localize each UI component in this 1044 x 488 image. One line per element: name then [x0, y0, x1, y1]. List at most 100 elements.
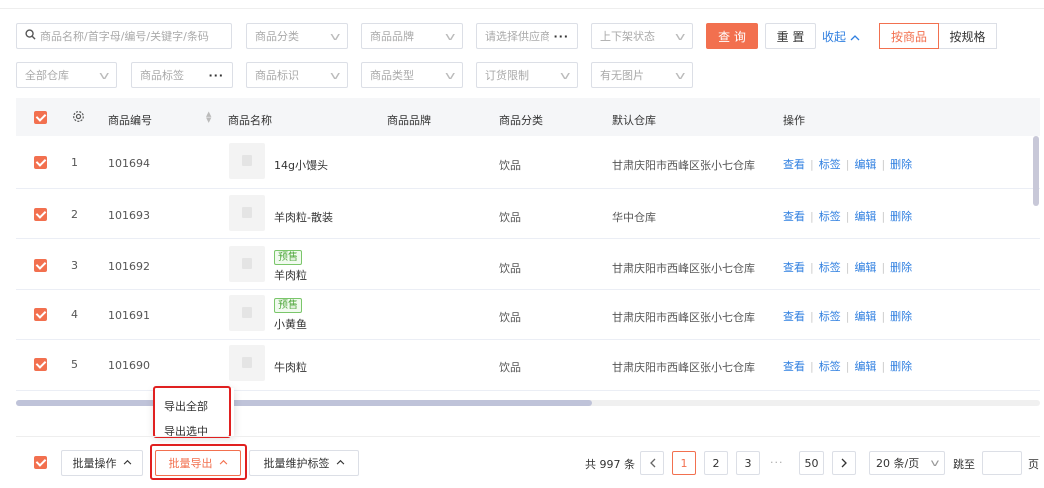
row-actions: 查看 | 标签 | 编辑 | 删除: [783, 358, 912, 374]
divider: |: [810, 261, 814, 274]
tag-link[interactable]: 标签: [819, 310, 841, 323]
goods-thumbnail: [229, 195, 265, 231]
select-all-checkbox[interactable]: [34, 111, 47, 124]
edit-link[interactable]: 编辑: [854, 261, 876, 274]
by-spec-button[interactable]: 按规格: [939, 23, 997, 49]
goods-code: 101692: [108, 260, 150, 273]
search-input[interactable]: 商品名称/首字母/编号/关键字/条码: [16, 23, 232, 49]
page-size-select[interactable]: 20 条/页 v: [869, 451, 945, 475]
goods-warehouse: 华中仓库: [612, 211, 656, 224]
view-link[interactable]: 查看: [783, 261, 805, 274]
goods-type-placeholder: 商品类型: [370, 69, 414, 82]
batch-ops-button[interactable]: 批量操作: [61, 450, 143, 476]
divider: |: [881, 210, 886, 223]
jump-page-input[interactable]: [982, 451, 1022, 475]
supplier-select[interactable]: 请选择供应商 ···: [476, 23, 578, 49]
collapse-label: 收起: [822, 30, 847, 44]
chevron-up-icon: [123, 458, 132, 468]
goods-thumbnail: [229, 143, 265, 179]
sort-icon[interactable]: ▲ ▼: [206, 111, 211, 124]
divider: |: [845, 261, 850, 274]
reset-button[interactable]: 重 置: [765, 23, 816, 49]
row-actions: 查看 | 标签 | 编辑 | 删除: [783, 156, 912, 172]
goods-warehouse: 甘肃庆阳市西峰区张小七仓库: [612, 361, 755, 374]
row-index: 3: [71, 259, 78, 272]
gear-icon[interactable]: [72, 110, 85, 126]
col-brand: 商品品牌: [387, 114, 431, 127]
brand-select[interactable]: 商品品牌 v: [361, 23, 463, 49]
tag-link[interactable]: 标签: [819, 210, 841, 223]
goods-type-select[interactable]: 商品类型 v: [361, 62, 463, 88]
warehouse-select[interactable]: 全部仓库 v: [16, 62, 117, 88]
supplier-placeholder: 请选择供应商: [485, 30, 550, 43]
divider: |: [810, 158, 814, 171]
edit-link[interactable]: 编辑: [854, 158, 876, 171]
row-index: 4: [71, 308, 78, 321]
next-page-button[interactable]: [832, 451, 856, 475]
divider: |: [881, 310, 886, 323]
row-checkbox[interactable]: [34, 308, 47, 321]
order-limit-placeholder: 订货限制: [485, 69, 529, 82]
category-select[interactable]: 商品分类 v: [246, 23, 348, 49]
has-image-select[interactable]: 有无图片 v: [591, 62, 693, 88]
goods-mark-select[interactable]: 商品标识 v: [246, 62, 348, 88]
tag-link[interactable]: 标签: [819, 261, 841, 274]
view-link[interactable]: 查看: [783, 360, 805, 373]
row-checkbox[interactable]: [34, 156, 47, 169]
goods-category: 饮品: [499, 311, 521, 324]
edit-link[interactable]: 编辑: [854, 310, 876, 323]
goods-name: 14g小馒头: [274, 159, 328, 172]
goods-category: 饮品: [499, 159, 521, 172]
shelf-status-select[interactable]: 上下架状态 v: [591, 23, 693, 49]
goods-name: 小黄鱼: [274, 318, 307, 331]
delete-link[interactable]: 删除: [890, 158, 912, 171]
view-link[interactable]: 查看: [783, 210, 805, 223]
row-checkbox[interactable]: [34, 358, 47, 371]
chevron-down-icon: v: [560, 68, 571, 82]
collapse-link[interactable]: 收起: [822, 28, 860, 45]
row-checkbox[interactable]: [34, 259, 47, 272]
col-category: 商品分类: [499, 114, 543, 127]
divider: |: [810, 360, 814, 373]
footer-select-all-checkbox[interactable]: [34, 456, 47, 469]
goods-code: 101693: [108, 209, 150, 222]
edit-link[interactable]: 编辑: [854, 210, 876, 223]
horizontal-scrollbar[interactable]: [16, 400, 592, 406]
row-index: 5: [71, 358, 78, 371]
page-button[interactable]: 1: [672, 451, 696, 475]
goods-tag-select[interactable]: 商品标签 ···: [131, 62, 233, 88]
delete-link[interactable]: 删除: [890, 210, 912, 223]
tag-link[interactable]: 标签: [819, 360, 841, 373]
view-link[interactable]: 查看: [783, 310, 805, 323]
top-divider: [0, 8, 1044, 9]
pagination-ellipsis[interactable]: ···: [770, 456, 784, 469]
goods-name: 羊肉粒-散装: [274, 211, 333, 224]
goods-code: 101690: [108, 359, 150, 372]
shelf-status-placeholder: 上下架状态: [600, 30, 655, 43]
row-checkbox[interactable]: [34, 208, 47, 221]
divider: |: [845, 310, 850, 323]
goods-category: 饮品: [499, 211, 521, 224]
col-warehouse: 默认仓库: [612, 114, 656, 127]
last-page-button[interactable]: 50: [799, 451, 824, 475]
tag-link[interactable]: 标签: [819, 158, 841, 171]
warehouse-placeholder: 全部仓库: [25, 69, 69, 82]
has-image-placeholder: 有无图片: [600, 69, 644, 82]
view-link[interactable]: 查看: [783, 158, 805, 171]
delete-link[interactable]: 删除: [890, 310, 912, 323]
batch-tags-button[interactable]: 批量维护标签: [249, 450, 359, 476]
edit-link[interactable]: 编辑: [854, 360, 876, 373]
delete-link[interactable]: 删除: [890, 360, 912, 373]
by-goods-button[interactable]: 按商品: [879, 23, 939, 49]
divider: |: [881, 158, 886, 171]
prev-page-button[interactable]: [640, 451, 664, 475]
chevron-up-icon: [850, 30, 860, 44]
search-icon: [25, 29, 36, 43]
vertical-scrollbar[interactable]: [1033, 136, 1039, 206]
brand-placeholder: 商品品牌: [370, 30, 414, 43]
page-button[interactable]: 2: [704, 451, 728, 475]
page-button[interactable]: 3: [736, 451, 760, 475]
delete-link[interactable]: 删除: [890, 261, 912, 274]
order-limit-select[interactable]: 订货限制 v: [476, 62, 578, 88]
query-button[interactable]: 查 询: [706, 23, 758, 49]
